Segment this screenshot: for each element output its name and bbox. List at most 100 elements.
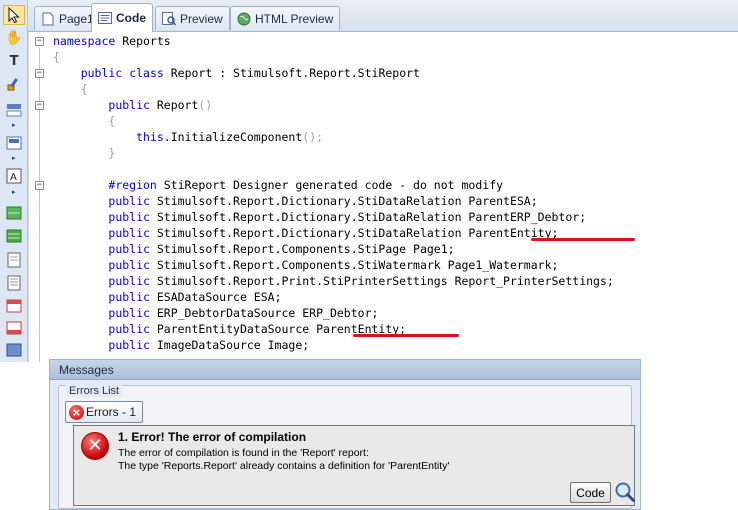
error-message-line: The error of compilation is found in the… [118, 447, 369, 459]
code-token: (); [302, 130, 324, 144]
tab-label: HTML Preview [255, 11, 334, 26]
code-token: { [108, 114, 116, 128]
error-title: 1. Error! The error of compilation [118, 430, 307, 444]
code-line: } [29, 145, 738, 161]
code-token: Report : Stimulsoft.Report.StiReport [163, 66, 420, 80]
code-token: public [80, 66, 123, 80]
code-token: .InitializeComponent [163, 130, 303, 144]
code-token: public [108, 226, 150, 240]
tab-label: Code [116, 11, 146, 25]
page-band-icon[interactable] [4, 252, 24, 268]
tab-label: Preview [180, 11, 223, 26]
code-token: public [108, 290, 150, 304]
green-band-icon[interactable] [4, 228, 24, 244]
code-line: public Stimulsoft.Report.Components.StiW… [29, 257, 738, 273]
cross-band-icon[interactable] [4, 135, 24, 151]
code-token: namespace [53, 34, 116, 48]
text-tool-icon[interactable]: T [4, 53, 24, 69]
code-token: public [108, 274, 150, 288]
code-line: public ERP_DebtorDataSource ERP_Debtor; [29, 305, 738, 321]
code-line: public Report() [29, 97, 738, 113]
select-arrow-icon[interactable] [3, 5, 25, 25]
code-token: public [108, 338, 150, 352]
zoom-icon[interactable] [614, 481, 636, 503]
code-token: ERP_DebtorDataSource ERP_Debtor; [149, 306, 379, 320]
error-icon: × [69, 404, 84, 420]
toolbox: ✋ T ▸ ▸ A ▸ [0, 0, 28, 362]
green-band-icon[interactable] [4, 205, 24, 221]
code-token: public [108, 194, 150, 208]
globe-icon [237, 12, 251, 26]
tab-bar: Page1 Code Preview HTML Preview [28, 0, 738, 32]
errors-list-group: Errors List × Errors - 1 ✕ 1. Error! The… [58, 385, 635, 509]
code-token: () [198, 98, 213, 112]
tab-label: Page1 [59, 11, 94, 26]
code-line: { [29, 49, 738, 65]
list-band-icon[interactable] [4, 275, 24, 291]
code-line: public Stimulsoft.Report.Print.StiPrinte… [29, 273, 738, 289]
code-button[interactable]: Code [570, 482, 611, 503]
expand-arrow-icon[interactable]: ▸ [12, 188, 16, 196]
code-token: Stimulsoft.Report.Print.StiPrinterSettin… [149, 274, 614, 288]
code-token: Stimulsoft.Report.Dictionary.StiDataRela… [149, 194, 538, 208]
band-icon[interactable] [4, 102, 24, 118]
messages-header: Messages [50, 360, 640, 380]
expand-arrow-icon[interactable]: ▸ [12, 121, 16, 129]
code-token: Stimulsoft.Report.Dictionary.StiDataRela… [149, 210, 587, 224]
code-token: { [80, 82, 88, 96]
error-card: ✕ 1. Error! The error of compilation The… [73, 425, 635, 506]
expand-arrow-icon[interactable]: ▸ [12, 154, 16, 162]
panel-icon[interactable] [4, 342, 24, 358]
tab-code[interactable]: Code [91, 3, 153, 32]
code-line: public Stimulsoft.Report.Dictionary.StiD… [29, 193, 738, 209]
report-title-icon[interactable] [4, 298, 24, 314]
error-underline [531, 238, 635, 241]
code-token: Stimulsoft.Report.Components.StiWatermar… [149, 258, 559, 272]
svg-text:A: A [10, 172, 17, 183]
tab-preview[interactable]: Preview [155, 6, 230, 30]
code-token: StiReport Designer generated code - do n… [156, 178, 504, 192]
error-icon: ✕ [81, 432, 109, 460]
code-line: { [29, 81, 738, 97]
errors-tab[interactable]: × Errors - 1 [65, 401, 144, 423]
code-line: public ESADataSource ESA; [29, 289, 738, 305]
code-token: public [108, 210, 150, 224]
code-line: this.InitializeComponent(); [29, 129, 738, 145]
hand-icon[interactable]: ✋ [4, 30, 24, 46]
messages-panel: Messages Errors List × Errors - 1 ✕ 1. E… [49, 359, 641, 510]
code-editor[interactable]: − − − − namespace Reports{ public class … [28, 32, 738, 362]
error-message-line: The type 'Reports.Report' already contai… [118, 460, 450, 472]
code-token: Reports [115, 34, 171, 48]
code-line: { [29, 113, 738, 129]
text-component-icon[interactable]: A [4, 168, 24, 184]
code-token: ESADataSource ESA; [149, 290, 282, 304]
report-summary-icon[interactable] [4, 320, 24, 336]
error-underline [353, 334, 459, 337]
code-token: this [136, 130, 164, 144]
code-token: } [108, 146, 116, 160]
code-line: public Stimulsoft.Report.Dictionary.StiD… [29, 209, 738, 225]
errors-list-title: Errors List [66, 385, 123, 397]
tab-html-preview[interactable]: HTML Preview [230, 6, 341, 30]
code-token: public [108, 258, 150, 272]
code-token: ImageDataSource Image; [149, 338, 310, 352]
errors-tab-label: Errors - 1 [86, 405, 137, 419]
code-token: public [108, 98, 150, 112]
code-line: public class Report : Stimulsoft.Report.… [29, 65, 738, 81]
code-line: public ImageDataSource Image; [29, 337, 738, 353]
code-icon [98, 11, 112, 25]
format-painter-icon[interactable] [4, 76, 24, 92]
page-icon [41, 12, 55, 26]
